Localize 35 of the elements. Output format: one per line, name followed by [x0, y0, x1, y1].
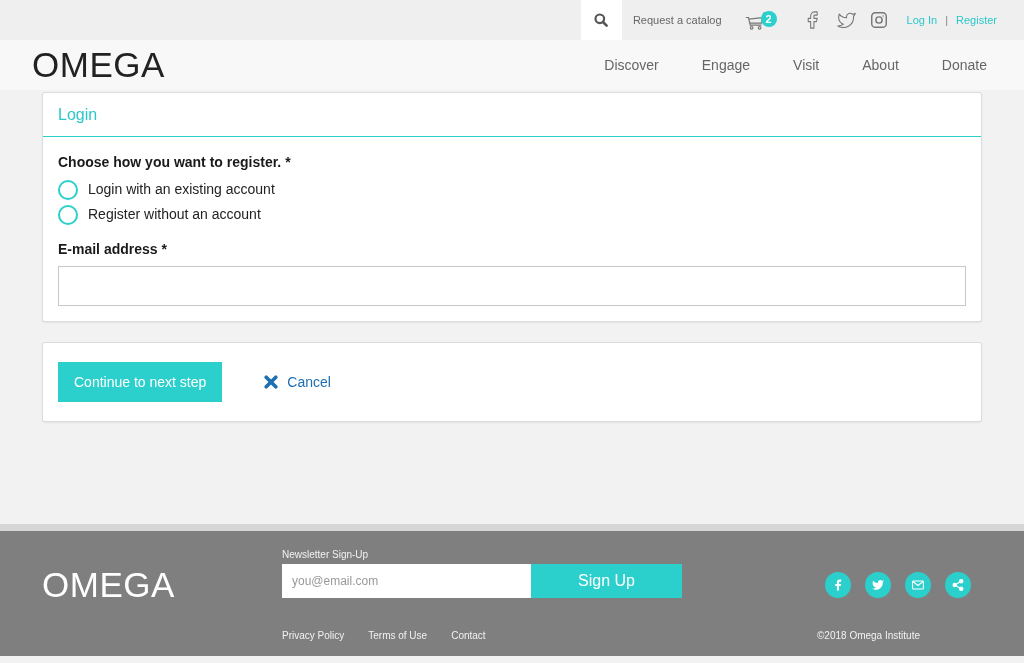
nav-link[interactable]: Discover: [604, 57, 659, 73]
cancel-link[interactable]: Cancel: [264, 374, 331, 390]
logo[interactable]: OMEGA: [32, 45, 165, 85]
field-label: E-mail address *: [58, 240, 167, 259]
nav-link[interactable]: Visit: [793, 57, 820, 73]
email-field[interactable]: [58, 266, 966, 306]
footer-link[interactable]: Terms of Use: [368, 629, 428, 643]
radio-button[interactable]: [58, 204, 78, 225]
search-button[interactable]: [580, 0, 622, 40]
newsletter-label: Newsletter Sign-Up: [282, 548, 369, 562]
share-icon[interactable]: [945, 572, 971, 598]
newsletter-email-field[interactable]: you@email.com: [282, 564, 531, 598]
link-separator: |: [945, 14, 949, 26]
catalog-link[interactable]: Request a catalog: [632, 14, 722, 26]
facebook-icon[interactable]: [806, 11, 818, 29]
footer-link[interactable]: Contact: [451, 629, 486, 643]
search-icon: [594, 13, 609, 27]
card-title: Login: [43, 93, 981, 137]
radio-button[interactable]: [58, 179, 78, 200]
option-label[interactable]: Register without an account: [88, 205, 261, 222]
nav-link[interactable]: Donate: [941, 57, 987, 73]
nav-link[interactable]: About: [862, 57, 899, 73]
footer-logo: OMEGA: [42, 565, 175, 604]
twitter-icon[interactable]: [865, 572, 891, 598]
nav-link[interactable]: Engage: [701, 57, 751, 73]
cart-count-badge: 2: [760, 11, 777, 27]
facebook-icon[interactable]: [825, 572, 851, 598]
instagram-icon[interactable]: [870, 12, 887, 28]
twitter-icon[interactable]: [836, 12, 856, 28]
question-label: Choose how you want to register. *: [58, 153, 291, 172]
mail-icon[interactable]: [905, 572, 931, 598]
close-icon: [264, 375, 279, 389]
footer-link[interactable]: Privacy Policy: [282, 629, 345, 643]
copyright-text: ©2018 Omega Institute: [817, 629, 920, 643]
option-label[interactable]: Login with an existing account: [88, 180, 275, 197]
